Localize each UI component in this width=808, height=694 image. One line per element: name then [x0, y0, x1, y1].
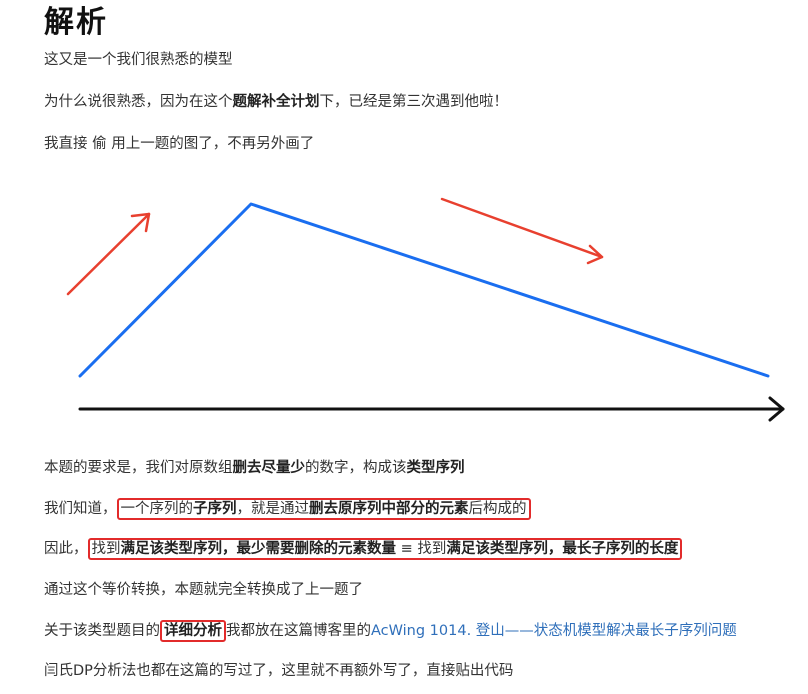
bold-text: 满足该类型序列 — [120, 541, 223, 557]
blog-link[interactable]: AcWing 1014. 登山——状态机模型解决最长子序列问题 — [371, 623, 737, 639]
highlight-box: 一个序列的子序列，就是通过删去原序列中部分的元素后构成的 — [116, 498, 531, 520]
bold-text: 最少需要删除的元素数量 — [236, 541, 397, 557]
red-arrow-down-icon — [440, 197, 604, 265]
text-span: 因此， — [44, 541, 88, 557]
familiar-paragraph: 为什么说很熟悉，因为在这个题解补全计划下，已经是第三次遇到他啦！ — [44, 92, 508, 112]
bold-text: 最长子序列的长度 — [562, 541, 679, 557]
text-span: 关于该类型题目的 — [44, 623, 160, 639]
highlight-box: 详细分析 — [160, 620, 226, 642]
text-span: 后构成的 — [468, 501, 527, 517]
bold-text: 删去尽量少 — [232, 460, 306, 476]
bold-text: ， — [547, 541, 563, 557]
text-span: 找到 — [91, 541, 121, 557]
bold-text: 删去原序列中部分的元素 — [309, 501, 469, 517]
reference-paragraph: 关于该类型题目的 详细分析 我都放在这篇博客里的AcWing 1014. 登山——状… — [44, 620, 737, 642]
bold-text: 题解补全计划 — [232, 94, 320, 110]
closing-paragraph: 闫氏DP分析法也都在这篇的写过了，这里就不再额外写了，直接贴出代码 — [44, 663, 514, 679]
red-arrow-up-icon — [66, 212, 151, 296]
mountain-sequence-diagram — [66, 197, 785, 422]
text-span: 的数字，构成该 — [305, 460, 407, 476]
bold-text: 详细分析 — [164, 623, 222, 639]
text-span: 下，已经是第三次遇到他啦！ — [319, 94, 509, 110]
conversion-paragraph: 通过这个等价转换，本题就完全转换成了上一题了 — [44, 582, 363, 598]
text-span: 为什么说很熟悉，因为在这个 — [44, 94, 233, 110]
subsequence-paragraph: 我们知道， 一个序列的子序列，就是通过删去原序列中部分的元素后构成的 — [44, 498, 531, 520]
text-span: 一个序列的 — [120, 501, 194, 517]
sequence-line — [78, 202, 770, 378]
text-span: 我都放在这篇博客里的 — [226, 623, 371, 639]
bold-text: 满足该类型序列 — [446, 541, 548, 557]
section-heading: 解析 — [44, 5, 108, 40]
text-span: 我们知道， — [44, 501, 117, 517]
article-page: 解析 这又是一个我们很熟悉的模型 为什么说很熟悉，因为在这个题解补全计划下，已经… — [0, 0, 808, 694]
bold-text: 子序列 — [193, 501, 237, 517]
highlight-box: 找到满足该类型序列，最少需要删除的元素数量 ≡ 找到满足该类型序列，最长子序列的… — [87, 538, 683, 560]
text-span: ≡ 找到 — [396, 541, 447, 557]
text-span: 本题的要求是，我们对原数组 — [44, 460, 233, 476]
bold-text: ， — [222, 541, 237, 557]
equivalence-paragraph: 因此， 找到满足该类型序列，最少需要删除的元素数量 ≡ 找到满足该类型序列，最长子… — [44, 538, 683, 560]
reuse-figure-paragraph: 我直接 偷 用上一题的图了，不再另外画了 — [44, 136, 315, 152]
axis-arrow-icon — [78, 396, 785, 422]
intro-paragraph: 这又是一个我们很熟悉的模型 — [44, 52, 233, 68]
requirement-paragraph: 本题的要求是，我们对原数组删去尽量少的数字，构成该类型序列 — [44, 458, 465, 478]
text-span: ，就是通过 — [236, 501, 310, 517]
bold-text: 类型序列 — [406, 460, 465, 476]
